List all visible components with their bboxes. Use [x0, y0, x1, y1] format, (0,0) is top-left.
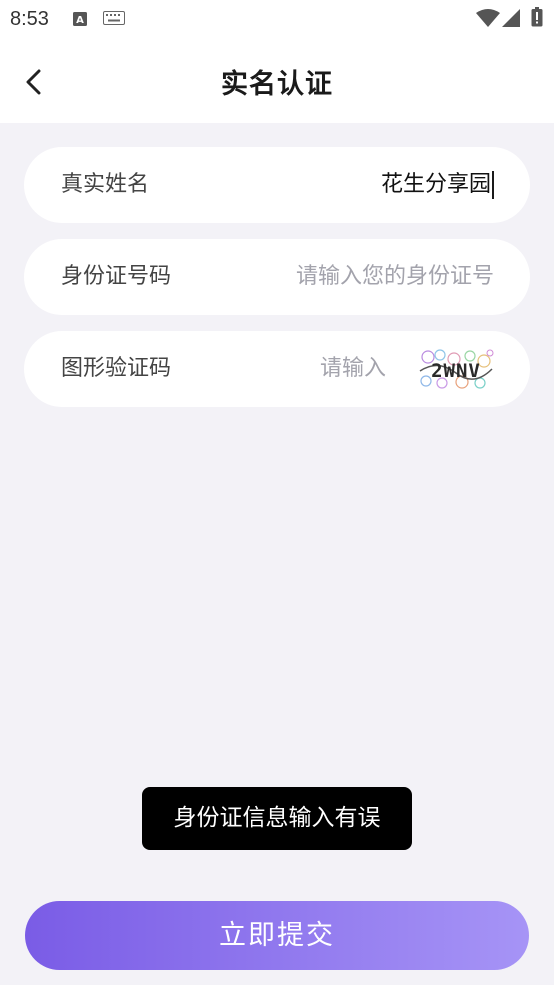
status-time: 8:53 — [10, 8, 49, 30]
header: 实名认证 — [0, 40, 554, 123]
captcha-label: 图形验证码 — [61, 356, 172, 381]
id-number-input[interactable]: 请输入您的身份证号 — [296, 239, 494, 315]
text-cursor — [492, 171, 494, 199]
wifi-icon — [476, 9, 500, 27]
signal-icon — [502, 9, 520, 27]
battery-icon — [531, 7, 543, 27]
id-number-field[interactable]: 身份证号码 请输入您的身份证号 — [24, 239, 530, 315]
toast-message: 身份证信息输入有误 — [142, 787, 412, 850]
id-number-label: 身份证号码 — [61, 264, 172, 289]
name-label: 真实姓名 — [61, 172, 150, 197]
text-input-icon: A — [73, 12, 87, 26]
keyboard-icon — [103, 11, 125, 25]
captcha-field[interactable]: 图形验证码 请输入 2WNV — [24, 331, 530, 407]
captcha-image[interactable]: 2WNV — [418, 349, 494, 389]
name-field[interactable]: 真实姓名 花生分享园 — [24, 147, 530, 223]
status-bar: 8:53 A — [0, 0, 554, 40]
name-value: 花生分享园 — [380, 172, 491, 197]
svg-text:A: A — [76, 15, 84, 26]
page-title: 实名认证 — [221, 69, 333, 100]
captcha-text: 2WNV — [431, 360, 481, 382]
name-input[interactable]: 花生分享园 — [381, 147, 494, 223]
captcha-input[interactable]: 请输入 — [320, 331, 386, 407]
submit-button[interactable]: 立即提交 — [25, 901, 529, 970]
